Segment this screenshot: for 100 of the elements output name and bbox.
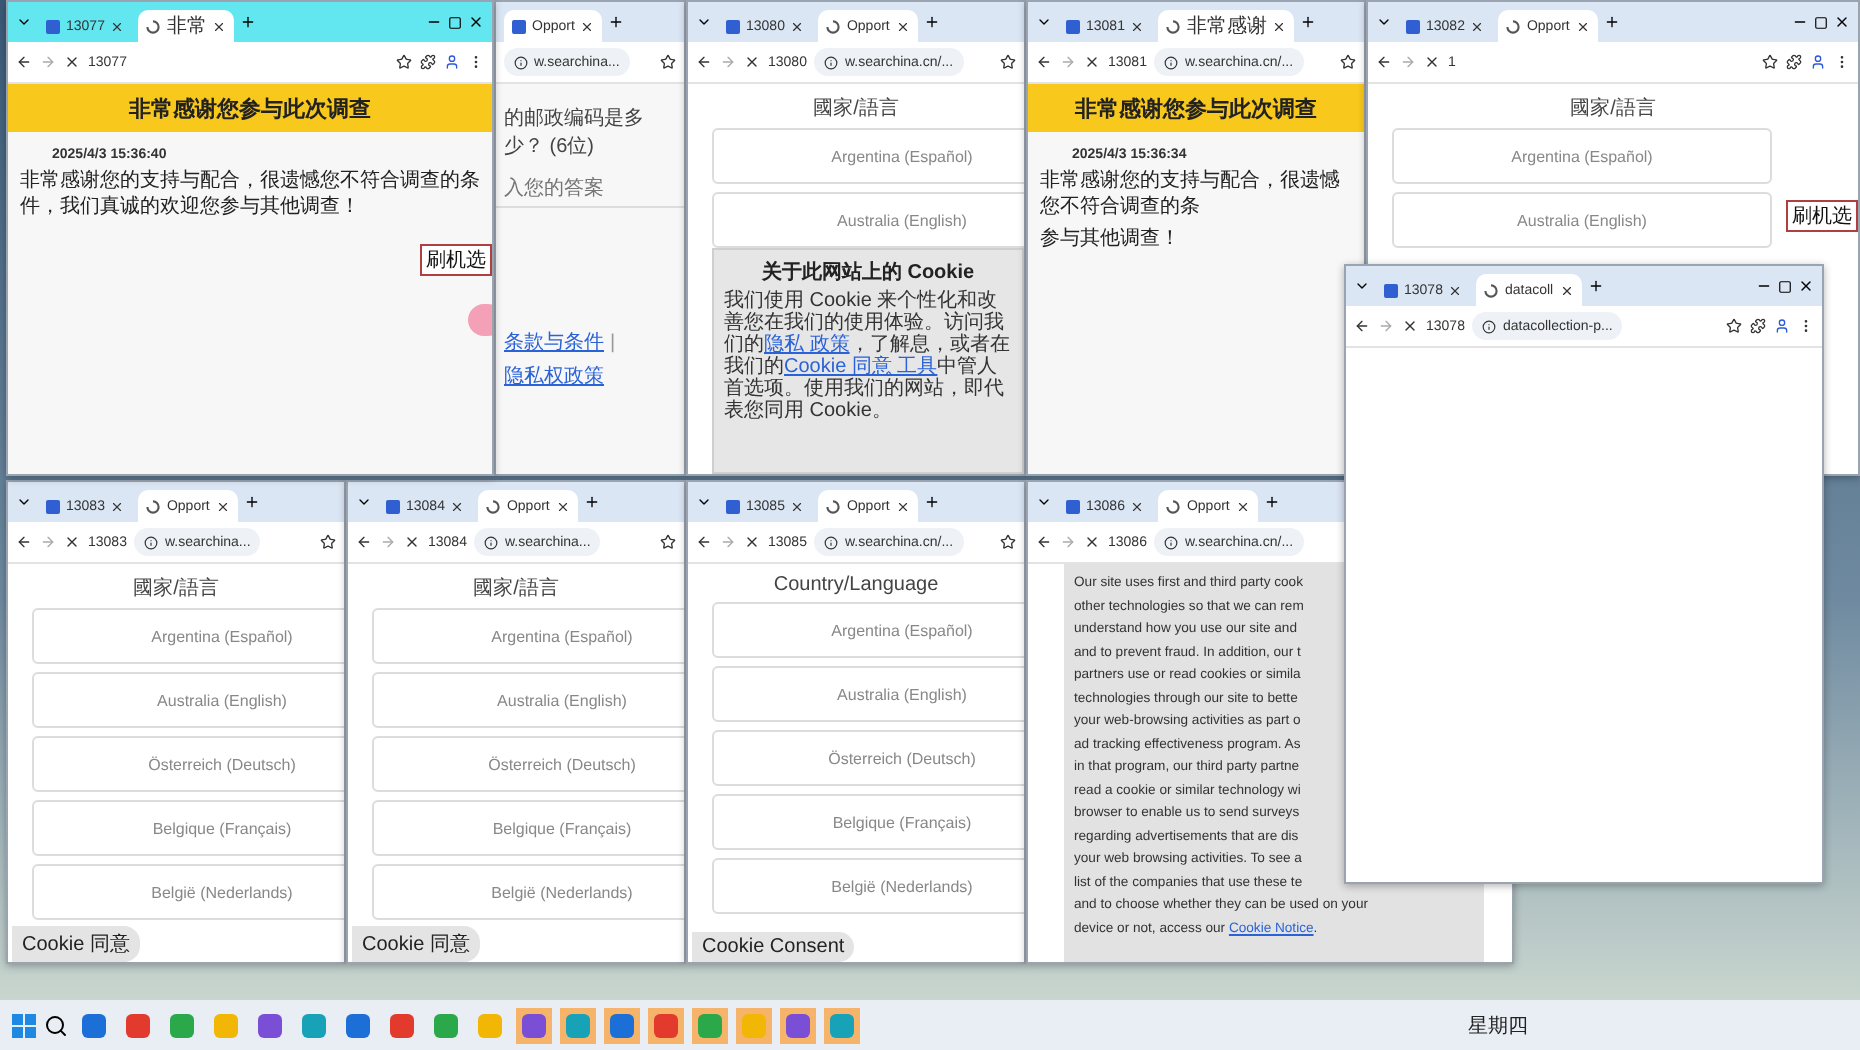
country-option[interactable]: Österreich (Deutsch) <box>712 730 1024 786</box>
new-tab-icon[interactable] <box>608 14 625 30</box>
country-option[interactable]: Argentina (Español) <box>372 608 684 664</box>
stop-icon[interactable] <box>64 534 80 550</box>
country-option[interactable]: Australia (English) <box>32 672 344 728</box>
chevron-icon[interactable] <box>356 494 372 510</box>
chevron-icon[interactable] <box>1036 14 1052 30</box>
footer-link[interactable]: 隐私权政策 <box>504 362 604 390</box>
stop-icon[interactable] <box>1084 54 1100 70</box>
extensions-icon[interactable] <box>1750 318 1766 334</box>
close-icon[interactable] <box>895 19 910 33</box>
star-icon[interactable] <box>1762 54 1778 70</box>
back-icon[interactable] <box>1036 54 1052 70</box>
stop-icon[interactable] <box>64 54 80 70</box>
back-icon[interactable] <box>696 534 712 550</box>
country-option[interactable]: Australia (English) <box>372 672 684 728</box>
close-icon[interactable] <box>1559 283 1574 297</box>
new-tab-icon[interactable] <box>243 494 260 510</box>
profile-icon[interactable] <box>1774 318 1790 334</box>
close-icon[interactable] <box>110 499 125 513</box>
country-option[interactable]: Argentina (Español) <box>1392 128 1772 184</box>
maximize-icon[interactable] <box>1778 279 1792 293</box>
back-icon[interactable] <box>1376 54 1392 70</box>
star-icon[interactable] <box>320 534 336 550</box>
country-option[interactable]: Australia (English) <box>712 666 1024 722</box>
close-icon[interactable] <box>1130 19 1145 33</box>
taskbar-app[interactable] <box>604 1007 640 1043</box>
dialog-link[interactable]: Cookie 同意 工具 <box>784 356 938 378</box>
chevron-icon[interactable] <box>16 494 32 510</box>
browser-tab[interactable]: 非常 <box>138 10 235 42</box>
taskbar-app[interactable] <box>824 1007 860 1043</box>
new-tab-icon[interactable] <box>1263 494 1280 510</box>
maximize-icon[interactable] <box>1814 15 1828 29</box>
country-option[interactable]: Argentina (Español) <box>32 608 344 664</box>
chevron-icon[interactable] <box>696 14 712 30</box>
country-option[interactable]: Österreich (Deutsch) <box>32 736 344 792</box>
new-tab-icon[interactable] <box>1603 14 1620 30</box>
country-option[interactable]: Australia (English) <box>712 192 1024 248</box>
maximize-icon[interactable] <box>448 15 462 29</box>
new-tab-icon[interactable] <box>583 494 600 510</box>
new-tab-icon[interactable] <box>923 494 940 510</box>
close-icon[interactable] <box>1470 19 1485 33</box>
close-icon[interactable] <box>212 19 227 33</box>
stop-icon[interactable] <box>744 54 760 70</box>
close-icon[interactable] <box>1575 19 1590 33</box>
close-icon[interactable] <box>1798 278 1814 294</box>
close-icon[interactable] <box>1448 283 1463 297</box>
country-option[interactable]: Belgique (Français) <box>32 800 344 856</box>
stop-icon[interactable] <box>744 534 760 550</box>
stop-icon[interactable] <box>1084 534 1100 550</box>
country-option[interactable]: Argentina (Español) <box>712 602 1024 658</box>
close-icon[interactable] <box>468 14 484 30</box>
taskbar-app[interactable] <box>648 1007 684 1043</box>
profile-icon[interactable] <box>444 54 460 70</box>
chevron-icon[interactable] <box>1036 494 1052 510</box>
chevron-icon[interactable] <box>1354 278 1370 294</box>
star-icon[interactable] <box>660 534 676 550</box>
star-icon[interactable] <box>660 54 676 70</box>
back-icon[interactable] <box>356 534 372 550</box>
country-option[interactable]: België (Nederlands) <box>712 858 1024 914</box>
star-icon[interactable] <box>396 54 412 70</box>
close-icon[interactable] <box>1235 499 1250 513</box>
search-icon[interactable] <box>44 1013 68 1037</box>
country-option[interactable]: Belgique (Français) <box>712 794 1024 850</box>
close-icon[interactable] <box>110 19 125 33</box>
taskbar-app[interactable] <box>780 1007 816 1043</box>
dialog-link[interactable]: 隐私 政策 <box>764 334 850 356</box>
new-tab-icon[interactable] <box>240 14 257 30</box>
extensions-icon[interactable] <box>420 54 436 70</box>
close-icon[interactable] <box>1130 499 1145 513</box>
country-option[interactable]: Belgique (Français) <box>372 800 684 856</box>
answer-field[interactable]: 入您的答案 <box>496 172 684 208</box>
close-icon[interactable] <box>580 19 595 33</box>
new-tab-icon[interactable] <box>1300 14 1317 30</box>
back-icon[interactable] <box>1036 534 1052 550</box>
cookie-button[interactable]: Cookie 同意 <box>352 926 480 962</box>
country-option[interactable]: België (Nederlands) <box>372 864 684 920</box>
extensions-icon[interactable] <box>1786 54 1802 70</box>
close-icon[interactable] <box>895 499 910 513</box>
chevron-icon[interactable] <box>16 14 32 30</box>
star-icon[interactable] <box>1340 54 1356 70</box>
footer-link[interactable]: 条款与条件 <box>504 328 604 356</box>
cookie-button[interactable]: Cookie Consent <box>692 932 855 962</box>
star-icon[interactable] <box>1000 534 1016 550</box>
back-icon[interactable] <box>16 534 32 550</box>
browser-tab[interactable]: 非常感谢 <box>1158 10 1295 42</box>
back-icon[interactable] <box>1354 318 1370 334</box>
stop-icon[interactable] <box>404 534 420 550</box>
back-icon[interactable] <box>16 54 32 70</box>
country-option[interactable]: Australia (English) <box>1392 192 1772 248</box>
stop-icon[interactable] <box>1424 54 1440 70</box>
star-icon[interactable] <box>1726 318 1742 334</box>
close-icon[interactable] <box>450 499 465 513</box>
profile-icon[interactable] <box>1810 54 1826 70</box>
country-option[interactable]: België (Nederlands) <box>32 864 344 920</box>
country-option[interactable]: Österreich (Deutsch) <box>372 736 684 792</box>
chevron-icon[interactable] <box>696 494 712 510</box>
close-icon[interactable] <box>1834 14 1850 30</box>
country-option[interactable]: Argentina (Español) <box>712 128 1024 184</box>
taskbar-app[interactable] <box>560 1007 596 1043</box>
